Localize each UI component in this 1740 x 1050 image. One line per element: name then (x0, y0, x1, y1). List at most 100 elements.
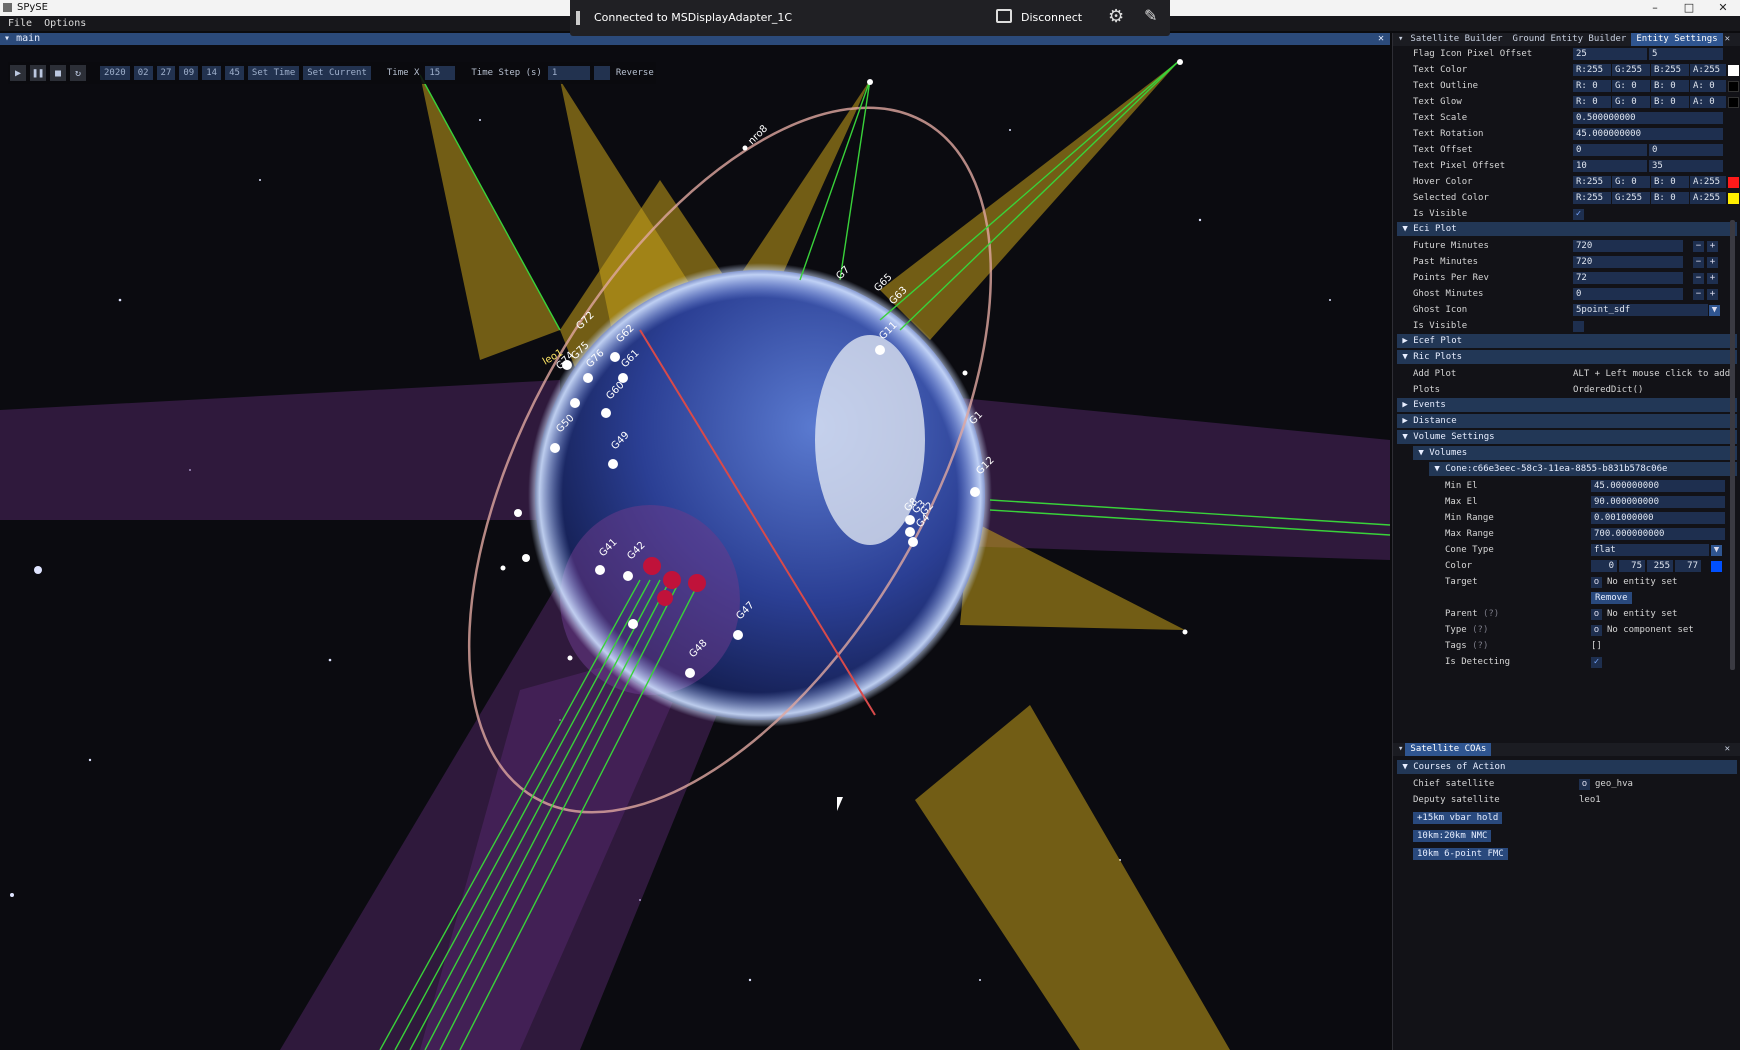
month-field[interactable]: 02 (133, 66, 153, 80)
second-field[interactable]: 45 (225, 66, 244, 80)
vbar-hold-button[interactable]: +15km vbar hold (1413, 812, 1503, 824)
cone-color-g[interactable]: 75 (1619, 560, 1645, 572)
text-color-r[interactable]: R:255 (1573, 64, 1611, 76)
menu-file[interactable]: File (8, 16, 32, 31)
minute-field[interactable]: 14 (202, 66, 222, 80)
volume-settings-header[interactable]: ▼ Volume Settings (1397, 430, 1737, 444)
selected-color-a[interactable]: A:255 (1690, 192, 1726, 204)
dropdown-arrow-icon[interactable]: ▼ (1709, 305, 1720, 316)
pin-icon[interactable]: ✎ (1144, 6, 1157, 25)
past-minutes-decrement[interactable]: − (1693, 257, 1704, 268)
text-color-a[interactable]: A:255 (1690, 64, 1726, 76)
target-picker-button[interactable]: o (1591, 577, 1602, 588)
panel-close-icon[interactable]: ✕ (1720, 33, 1735, 46)
text-glow-a[interactable]: A: 0 (1690, 96, 1726, 108)
type-picker-button[interactable]: o (1591, 625, 1602, 636)
ghost-icon-select[interactable]: 5point_sdf (1573, 304, 1708, 316)
remove-volume-button[interactable]: Remove (1591, 592, 1632, 604)
volumes-header[interactable]: ▼ Volumes (1413, 446, 1737, 460)
future-minutes-decrement[interactable]: − (1693, 241, 1704, 252)
future-minutes-increment[interactable]: + (1707, 241, 1718, 252)
distance-header[interactable]: ▶ Distance (1397, 414, 1737, 428)
points-per-rev-decrement[interactable]: − (1693, 273, 1704, 284)
reverse-checkbox[interactable] (593, 66, 610, 80)
collapse-arrow-icon[interactable]: ▾ (4, 33, 10, 44)
text-glow-b[interactable]: B: 0 (1651, 96, 1689, 108)
ghost-minutes-decrement[interactable]: − (1693, 289, 1704, 300)
maximize-button[interactable]: □ (1672, 0, 1706, 16)
flag-offset-y[interactable]: 5 (1649, 48, 1723, 60)
selected-color-g[interactable]: G:255 (1612, 192, 1650, 204)
menu-options[interactable]: Options (44, 16, 86, 31)
text-pixel-offset-y[interactable]: 35 (1649, 160, 1723, 172)
ric-plots-header[interactable]: ▼ Ric Plots (1397, 350, 1737, 364)
past-minutes-input[interactable]: 720 (1573, 256, 1683, 268)
text-outline-r[interactable]: R: 0 (1573, 80, 1611, 92)
hover-color-b[interactable]: B: 0 (1651, 176, 1689, 188)
eci-visible-checkbox[interactable] (1573, 321, 1584, 332)
nmc-button[interactable]: 10km:20km NMC (1413, 830, 1492, 842)
cone-color-r[interactable]: 0 (1591, 560, 1617, 572)
text-glow-swatch[interactable] (1728, 97, 1739, 108)
events-header[interactable]: ▶ Events (1397, 398, 1737, 412)
min-range-input[interactable]: 0.001000000 (1591, 512, 1725, 524)
is-detecting-checkbox[interactable]: ✓ (1591, 657, 1602, 668)
selected-color-r[interactable]: R:255 (1573, 192, 1611, 204)
text-color-swatch[interactable] (1728, 65, 1739, 76)
tab-entity-settings[interactable]: Entity Settings (1631, 33, 1723, 46)
text-glow-g[interactable]: G: 0 (1612, 96, 1650, 108)
max-el-input[interactable]: 90.000000000 (1591, 496, 1725, 508)
past-minutes-increment[interactable]: + (1707, 257, 1718, 268)
selected-color-b[interactable]: B: 0 (1651, 192, 1689, 204)
text-color-b[interactable]: B:255 (1651, 64, 1689, 76)
hover-color-swatch[interactable] (1728, 177, 1739, 188)
coas-close-icon[interactable]: ✕ (1720, 743, 1735, 756)
points-per-rev-increment[interactable]: + (1707, 273, 1718, 284)
set-current-button[interactable]: Set Current (303, 66, 371, 80)
3d-scene-canvas[interactable]: G72 G74 G75 G76 G61 G62 G60 G50 G49 G41 … (0, 45, 1390, 1050)
day-field[interactable]: 27 (156, 66, 176, 80)
flag-offset-x[interactable]: 25 (1573, 48, 1647, 60)
gear-icon[interactable]: ⚙ (1108, 6, 1124, 27)
panel-collapse-icon[interactable]: ▾ (1393, 33, 1405, 46)
hover-color-a[interactable]: A:255 (1690, 176, 1726, 188)
panel-collapse-icon[interactable]: ▾ (1393, 743, 1405, 756)
cone-header[interactable]: ▼ Cone:c66e3eec-58c3-11ea-8855-b831b578c… (1429, 462, 1737, 476)
hour-field[interactable]: 09 (179, 66, 199, 80)
text-offset-y[interactable]: 0 (1649, 144, 1723, 156)
text-color-g[interactable]: G:255 (1612, 64, 1650, 76)
hover-color-g[interactable]: G: 0 (1612, 176, 1650, 188)
selected-color-swatch[interactable] (1728, 193, 1739, 204)
text-glow-r[interactable]: R: 0 (1573, 96, 1611, 108)
tab-ground-entity-builder[interactable]: Ground Entity Builder (1508, 33, 1632, 46)
panel-scrollbar[interactable] (1730, 220, 1735, 670)
text-scale-input[interactable]: 0.500000000 (1573, 112, 1723, 124)
cast-disconnect-icon[interactable] (996, 9, 1012, 23)
play-icon[interactable]: ▶ (10, 65, 26, 81)
reset-icon[interactable]: ↻ (70, 65, 86, 81)
cone-color-a[interactable]: 77 (1675, 560, 1701, 572)
tab-satellite-coas[interactable]: Satellite COAs (1405, 743, 1492, 756)
dropdown-arrow-icon[interactable]: ▼ (1711, 545, 1722, 556)
future-minutes-input[interactable]: 720 (1573, 240, 1683, 252)
tab-satellite-builder[interactable]: Satellite Builder (1405, 33, 1507, 46)
max-range-input[interactable]: 700.000000000 (1591, 528, 1725, 540)
stop-icon[interactable]: ■ (50, 65, 66, 81)
cone-color-swatch[interactable] (1711, 561, 1722, 572)
entity-visible-checkbox[interactable]: ✓ (1573, 209, 1584, 220)
minimize-button[interactable]: – (1638, 0, 1672, 16)
pause-icon[interactable]: ❚❚ (30, 65, 46, 81)
text-outline-b[interactable]: B: 0 (1651, 80, 1689, 92)
drag-grip-icon[interactable] (576, 11, 580, 25)
ghost-minutes-increment[interactable]: + (1707, 289, 1718, 300)
hover-color-r[interactable]: R:255 (1573, 176, 1611, 188)
text-pixel-offset-x[interactable]: 10 (1573, 160, 1647, 172)
set-time-button[interactable]: Set Time (247, 66, 300, 80)
text-outline-swatch[interactable] (1728, 81, 1739, 92)
courses-of-action-header[interactable]: ▼ Courses of Action (1397, 760, 1737, 774)
text-rotation-input[interactable]: 45.000000000 (1573, 128, 1723, 140)
time-step-input[interactable]: 1 (547, 66, 590, 80)
close-window-button[interactable]: ✕ (1706, 0, 1740, 16)
chief-picker-button[interactable]: o (1579, 779, 1590, 790)
ghost-minutes-input[interactable]: 0 (1573, 288, 1683, 300)
